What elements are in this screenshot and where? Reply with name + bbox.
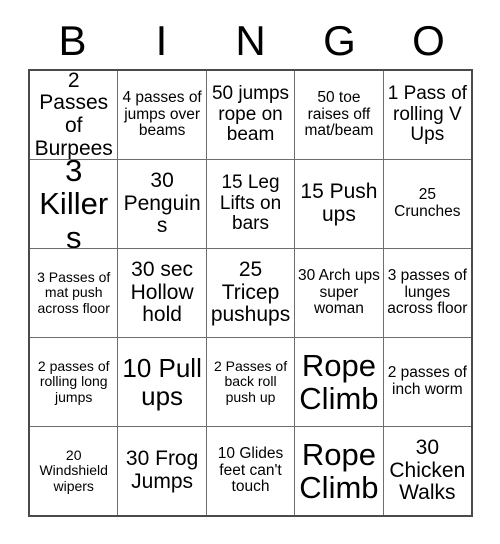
header-letter-n: N — [235, 16, 266, 64]
bingo-cell-label: 50 jumps rope on beam — [211, 83, 290, 146]
bingo-cell[interactable]: 2 Passes of Burpees — [30, 71, 119, 159]
bingo-cell-label: 15 Push ups — [300, 180, 378, 226]
bingo-cell-label: 2 Passes of back roll push up — [213, 358, 288, 405]
bingo-cell-label: 15 Leg Lifts on bars — [219, 172, 282, 235]
bingo-cell-label: 10 Glides feet can't touch — [217, 444, 284, 496]
bingo-card: B I N G O 2 Passes of Burpees 4 passes o… — [0, 0, 500, 544]
header-letter-o: O — [412, 16, 445, 64]
bingo-grid: 2 Passes of Burpees 4 passes of jumps ov… — [28, 69, 473, 517]
header-letter-b: B — [58, 16, 87, 64]
bingo-cell-label: Rope Climb — [299, 436, 379, 505]
bingo-cell[interactable]: 50 toe raises off mat/beam — [295, 71, 384, 159]
bingo-cell-label: 3 Killers — [39, 160, 109, 248]
bingo-cell-label: 4 passes of jumps over beams — [122, 88, 202, 140]
bingo-cell[interactable]: 30 Chicken Walks — [384, 427, 471, 515]
bingo-cell-label: 30 Arch ups super woman — [297, 266, 380, 318]
bingo-cell-label: 25 Crunches — [394, 186, 461, 220]
bingo-cell[interactable]: 15 Push ups — [295, 160, 384, 248]
bingo-cell[interactable]: Rope Climb — [295, 427, 384, 515]
bingo-row: 2 Passes of Burpees 4 passes of jumps ov… — [30, 71, 471, 160]
header-letter-g: G — [323, 16, 356, 64]
bingo-cell[interactable]: 1 Pass of rolling V Ups — [384, 71, 471, 159]
bingo-cell-label: 3 passes of lunges across floor — [387, 266, 468, 318]
bingo-cell[interactable]: 50 jumps rope on beam — [207, 71, 296, 159]
bingo-cell[interactable]: 30 Penguins — [118, 160, 207, 248]
bingo-cell-label: 10 Pull ups — [122, 352, 202, 411]
bingo-cell-label: 1 Pass of rolling V Ups — [387, 83, 467, 146]
bingo-cell[interactable]: 3 Killers — [30, 160, 119, 248]
bingo-cell[interactable]: 2 passes of inch worm — [384, 338, 471, 426]
bingo-row: 2 passes of rolling long jumps 10 Pull u… — [30, 338, 471, 427]
bingo-cell[interactable]: 3 Passes of mat push across floor — [30, 249, 119, 337]
bingo-cell-label: 50 toe raises off mat/beam — [304, 88, 374, 140]
bingo-cell-label: 20 Windshield wipers — [39, 447, 108, 494]
bingo-header: B I N G O — [28, 12, 473, 69]
bingo-cell[interactable]: Rope Climb — [295, 338, 384, 426]
bingo-cell[interactable]: 30 Frog Jumps — [118, 427, 207, 515]
bingo-cell-label: Rope Climb — [299, 347, 379, 416]
bingo-cell-label: 30 Frog Jumps — [125, 447, 199, 493]
bingo-cell[interactable]: 4 passes of jumps over beams — [118, 71, 207, 159]
bingo-cell[interactable]: 15 Leg Lifts on bars — [207, 160, 296, 248]
bingo-cell-label: 25 Tricep pushups — [210, 257, 291, 327]
bingo-row: 20 Windshield wipers 30 Frog Jumps 10 Gl… — [30, 427, 471, 515]
bingo-cell[interactable]: 30 Arch ups super woman — [295, 249, 384, 337]
bingo-cell[interactable]: 25 Tricep pushups — [207, 249, 296, 337]
bingo-cell-label: 30 sec Hollow hold — [130, 257, 194, 327]
bingo-cell[interactable]: 2 passes of rolling long jumps — [30, 338, 119, 426]
bingo-cell-label: 30 Chicken Walks — [389, 435, 466, 505]
bingo-cell[interactable]: 3 passes of lunges across floor — [384, 249, 471, 337]
bingo-cell[interactable]: 10 Glides feet can't touch — [207, 427, 296, 515]
bingo-cell-label: 2 passes of rolling long jumps — [37, 358, 110, 405]
bingo-row: 3 Killers 30 Penguins 15 Leg Lifts on ba… — [30, 160, 471, 249]
bingo-cell-label: 30 Penguins — [123, 168, 201, 238]
bingo-cell-label: 3 Passes of mat push across floor — [37, 269, 111, 316]
bingo-cell[interactable]: 25 Crunches — [384, 160, 471, 248]
bingo-cell-label: 2 Passes of Burpees — [34, 71, 113, 159]
header-letter-i: I — [155, 16, 168, 64]
bingo-cell[interactable]: 10 Pull ups — [118, 338, 207, 426]
bingo-cell[interactable]: 20 Windshield wipers — [30, 427, 119, 515]
bingo-cell-label: 2 passes of inch worm — [387, 364, 467, 398]
bingo-row: 3 Passes of mat push across floor 30 sec… — [30, 249, 471, 338]
bingo-cell[interactable]: 2 Passes of back roll push up — [207, 338, 296, 426]
bingo-cell[interactable]: 30 sec Hollow hold — [118, 249, 207, 337]
